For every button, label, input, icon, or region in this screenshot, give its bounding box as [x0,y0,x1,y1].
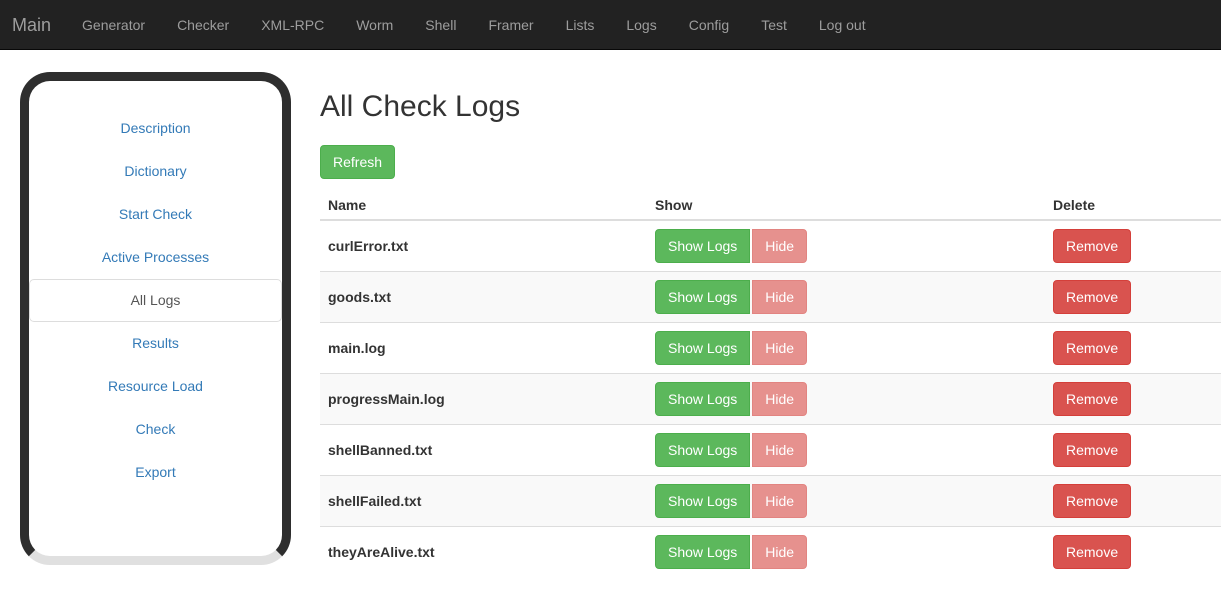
remove-button[interactable]: Remove [1053,382,1131,416]
navbar-brand[interactable]: Main [0,0,66,49]
remove-button[interactable]: Remove [1053,484,1131,518]
remove-button[interactable]: Remove [1053,535,1131,569]
table-row-main-log: main.log Show Logs Hide Remove [320,323,1221,374]
table-row-curlerror-txt: curlError.txt Show Logs Hide Remove [320,220,1221,272]
sidebar-item-results[interactable]: Results [29,322,282,365]
navbar-item-generator[interactable]: Generator [66,0,161,50]
hide-button[interactable]: Hide [752,484,807,518]
table-row-goods-txt: goods.txt Show Logs Hide Remove [320,272,1221,323]
hide-button[interactable]: Hide [752,280,807,314]
show-logs-button[interactable]: Show Logs [655,331,750,365]
table-row-shellfailed-txt: shellFailed.txt Show Logs Hide Remove [320,476,1221,527]
table-row-theyarealive-txt: theyAreAlive.txt Show Logs Hide Remove [320,527,1221,578]
navbar-item-checker[interactable]: Checker [161,0,245,50]
show-hide-button-group: Show Logs Hide [655,280,807,314]
show-logs-button[interactable]: Show Logs [655,535,750,569]
hide-button[interactable]: Hide [752,229,807,263]
logs-table: Name Show Delete curlError.txt Show Logs… [320,191,1221,577]
show-hide-button-group: Show Logs Hide [655,229,807,263]
log-file-name: theyAreAlive.txt [320,527,647,578]
hide-button[interactable]: Hide [752,535,807,569]
log-file-name: main.log [320,323,647,374]
show-hide-button-group: Show Logs Hide [655,433,807,467]
show-logs-button[interactable]: Show Logs [655,484,750,518]
sidebar-item-all-logs[interactable]: All Logs [29,279,282,322]
show-logs-button[interactable]: Show Logs [655,280,750,314]
navbar: Main Generator Checker XML-RPC Worm Shel… [0,0,1221,50]
remove-button[interactable]: Remove [1053,331,1131,365]
navbar-item-test[interactable]: Test [745,0,803,50]
sidebar-item-resource-load[interactable]: Resource Load [29,365,282,408]
sidebar-nav: Description Dictionary Start Check Activ… [29,81,282,494]
navbar-item-logs[interactable]: Logs [610,0,672,50]
sidebar-item-start-check[interactable]: Start Check [29,193,282,236]
navbar-item-xml-rpc[interactable]: XML-RPC [245,0,340,50]
sidebar-item-check[interactable]: Check [29,408,282,451]
show-logs-button[interactable]: Show Logs [655,433,750,467]
navbar-item-lists[interactable]: Lists [550,0,611,50]
sidebar-item-export[interactable]: Export [29,451,282,494]
sidebar: Description Dictionary Start Check Activ… [20,72,291,565]
log-file-name: shellBanned.txt [320,425,647,476]
column-header-name: Name [320,191,647,220]
show-hide-button-group: Show Logs Hide [655,382,807,416]
hide-button[interactable]: Hide [752,382,807,416]
sidebar-item-description[interactable]: Description [29,107,282,150]
main-content: All Check Logs Refresh Name Show Delete … [320,50,1221,577]
navbar-item-log-out[interactable]: Log out [803,0,882,50]
navbar-item-framer[interactable]: Framer [472,0,549,50]
navbar-item-shell[interactable]: Shell [409,0,472,50]
show-logs-button[interactable]: Show Logs [655,382,750,416]
log-file-name: progressMain.log [320,374,647,425]
log-file-name: curlError.txt [320,220,647,272]
log-file-name: goods.txt [320,272,647,323]
page-title: All Check Logs [320,90,1221,123]
column-header-delete: Delete [1045,191,1221,220]
log-file-name: shellFailed.txt [320,476,647,527]
navbar-menu: Generator Checker XML-RPC Worm Shell Fra… [66,0,882,49]
show-logs-button[interactable]: Show Logs [655,229,750,263]
remove-button[interactable]: Remove [1053,433,1131,467]
sidebar-item-dictionary[interactable]: Dictionary [29,150,282,193]
navbar-item-worm[interactable]: Worm [340,0,409,50]
remove-button[interactable]: Remove [1053,280,1131,314]
sidebar-item-active-processes[interactable]: Active Processes [29,236,282,279]
column-header-show: Show [647,191,1045,220]
refresh-button[interactable]: Refresh [320,145,395,179]
hide-button[interactable]: Hide [752,433,807,467]
show-hide-button-group: Show Logs Hide [655,331,807,365]
show-hide-button-group: Show Logs Hide [655,535,807,569]
table-row-progressmain-log: progressMain.log Show Logs Hide Remove [320,374,1221,425]
navbar-item-config[interactable]: Config [673,0,745,50]
table-row-shellbanned-txt: shellBanned.txt Show Logs Hide Remove [320,425,1221,476]
remove-button[interactable]: Remove [1053,229,1131,263]
show-hide-button-group: Show Logs Hide [655,484,807,518]
hide-button[interactable]: Hide [752,331,807,365]
